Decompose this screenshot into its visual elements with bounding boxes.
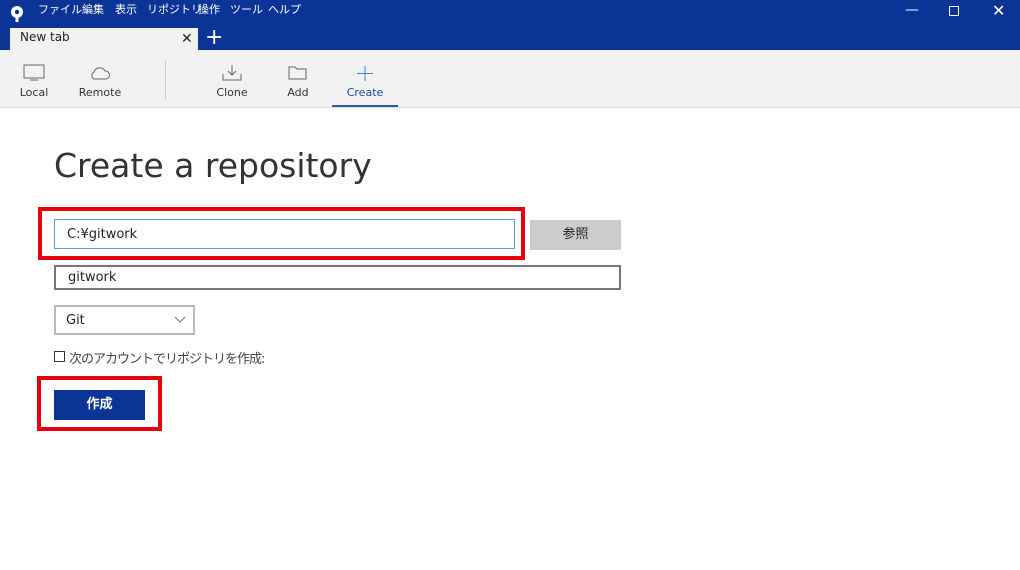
local-button[interactable]: Local [4,50,64,107]
page-title: Create a repository [54,146,372,185]
menu-edit[interactable]: 編集 [82,1,104,17]
close-window-button[interactable]: ✕ [992,1,1005,20]
browse-button[interactable]: 参照 [530,220,621,250]
clone-button[interactable]: Clone [202,50,262,107]
menu-view[interactable]: 表示 [115,1,137,17]
tab-new-tab[interactable]: New tab ✕ [10,28,198,51]
remote-button[interactable]: Remote [70,50,130,107]
menu-actions[interactable]: 操作 [198,1,220,17]
add-button[interactable]: Add [268,50,328,107]
account-checkbox[interactable] [54,351,65,362]
menu-file[interactable]: ファイル [38,1,82,17]
create-tab-button[interactable]: Create [332,50,398,107]
add-label: Add [287,86,309,99]
clone-label: Clone [216,86,248,99]
repo-type-select[interactable]: Git [54,305,195,335]
chevron-down-icon [174,316,186,323]
create-button[interactable]: 作成 [54,390,145,420]
local-label: Local [19,86,49,99]
cloud-icon [91,67,110,80]
account-checkbox-label: 次のアカウントでリポジトリを作成: [69,352,265,367]
plus-icon [357,66,373,81]
monitor-icon [23,64,45,81]
remote-label: Remote [78,86,122,99]
tab-label: New tab [20,30,70,44]
path-input[interactable] [54,219,515,249]
folder-icon [288,66,307,80]
sourcetree-logo-icon [11,6,23,22]
maximize-button[interactable] [949,6,959,16]
download-icon [222,65,242,81]
minimize-button[interactable]: — [905,2,919,18]
menu-repository[interactable]: リポジトリ [147,1,202,17]
create-label: Create [346,86,384,99]
toolbar: Local Remote Clone Add Create [0,50,1020,108]
menu-help[interactable]: ヘルプ [268,1,301,17]
new-tab-button[interactable]: + [205,26,223,50]
close-tab-icon[interactable]: ✕ [181,31,193,47]
toolbar-divider [165,60,166,100]
title-bar: ファイル 編集 表示 リポジトリ 操作 ツール ヘルプ — ✕ New tab … [0,0,1020,51]
repo-type-value: Git [66,313,85,328]
menu-tools[interactable]: ツール [230,1,263,17]
name-input[interactable] [54,265,621,290]
